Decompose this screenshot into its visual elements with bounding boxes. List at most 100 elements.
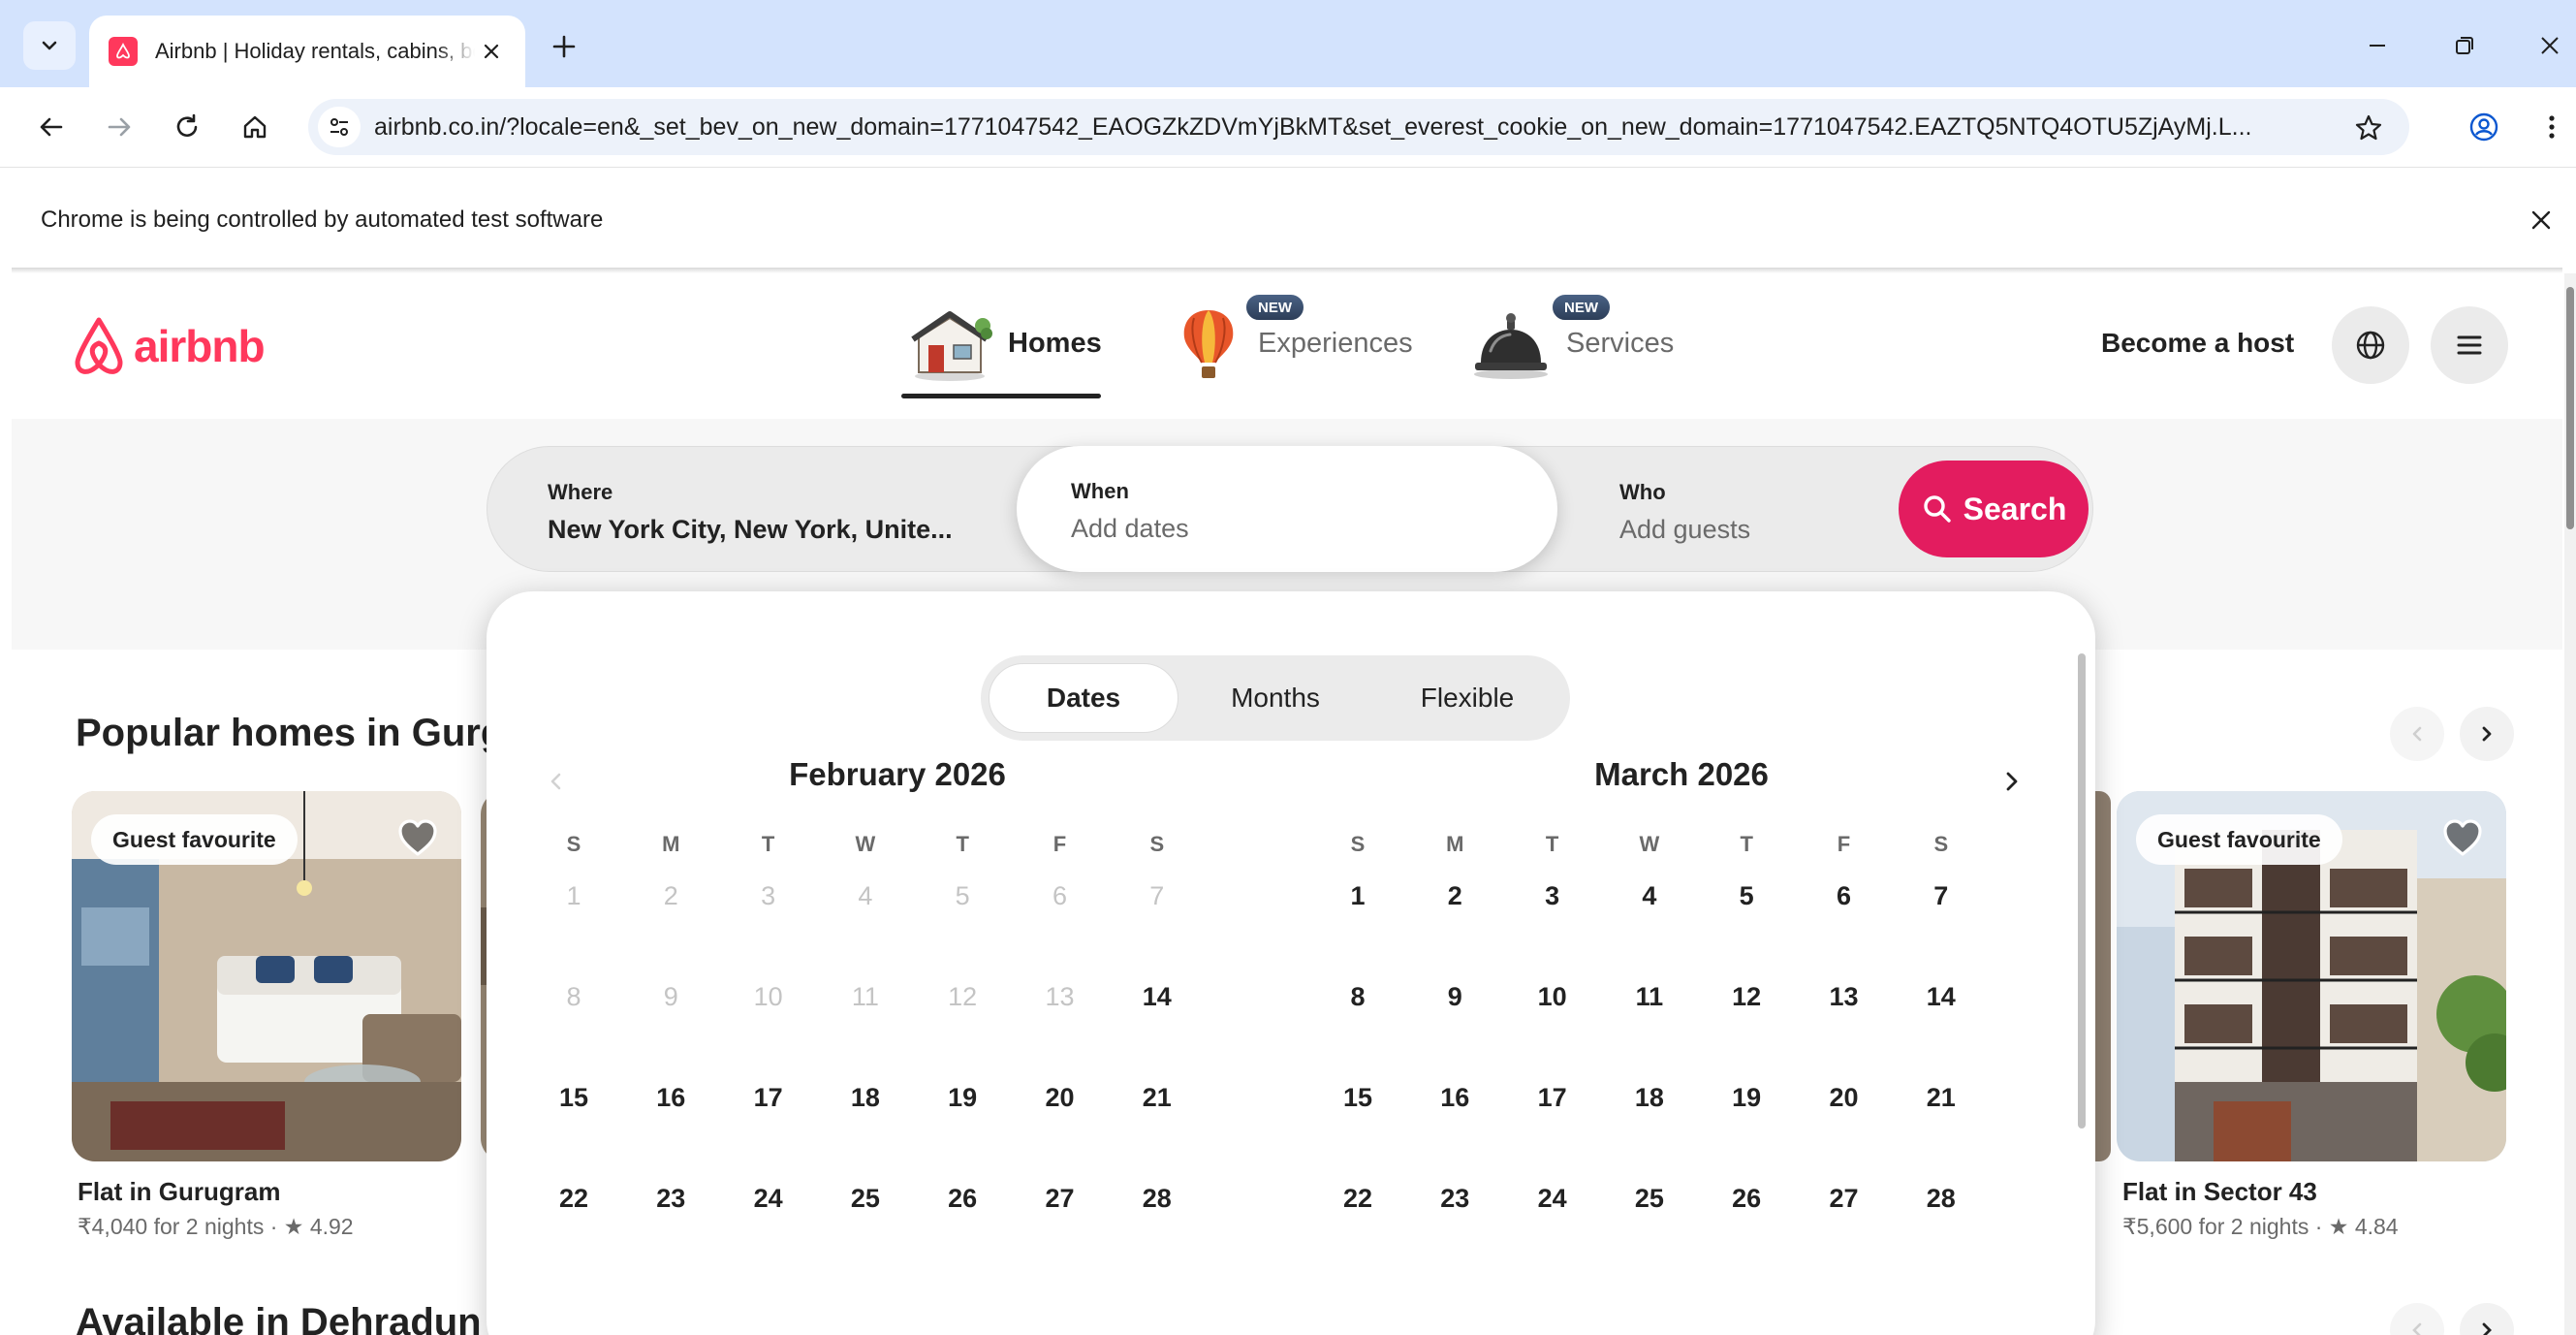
calendar-day[interactable]: 23 [622, 1154, 719, 1243]
profile-avatar-icon[interactable] [2462, 105, 2506, 149]
month-title-february: February 2026 [789, 756, 1006, 792]
calendar-day[interactable]: 24 [1504, 1154, 1601, 1243]
calendar-day[interactable]: 19 [914, 1053, 1011, 1142]
calendar-day[interactable]: 27 [1796, 1154, 1893, 1243]
calendar-day[interactable]: 16 [622, 1053, 719, 1142]
calendar-day[interactable]: 9 [1406, 952, 1503, 1041]
when-placeholder[interactable]: Add dates [1071, 514, 1189, 544]
calendar-day[interactable]: 23 [1406, 1154, 1503, 1243]
calendar-day[interactable]: 25 [1601, 1154, 1698, 1243]
carousel-prev-icon-2[interactable] [2390, 1303, 2444, 1335]
calendar-day[interactable]: 10 [1504, 952, 1601, 1041]
become-host-link[interactable]: Become a host [2101, 328, 2294, 359]
listing-title-4[interactable]: Flat in Sector 43 [2122, 1177, 2317, 1207]
tab-search-chevron-icon[interactable] [23, 21, 76, 70]
calendar-day[interactable]: 26 [914, 1154, 1011, 1243]
carousel-prev-icon[interactable] [2390, 707, 2444, 761]
calendar-day[interactable]: 2 [1406, 851, 1503, 940]
calendar-day[interactable]: 21 [1893, 1053, 1990, 1142]
browser-tabstrip: Airbnb | Holiday rentals, cabins, beach … [0, 0, 2576, 87]
calendar-day: 4 [858, 880, 873, 910]
mode-dates-tab[interactable]: Dates [989, 663, 1178, 733]
calendar-day[interactable]: 20 [1012, 1053, 1109, 1142]
browser-tab-airbnb[interactable]: Airbnb | Holiday rentals, cabins, beach … [89, 16, 525, 87]
back-arrow-icon[interactable] [29, 105, 74, 149]
search-button[interactable]: Search [1899, 461, 2089, 557]
calendar-day: 10 [753, 981, 783, 1011]
search-where-field[interactable]: Where New York City, New York, Unite... [487, 447, 1017, 571]
wishlist-heart-icon[interactable] [392, 812, 444, 865]
reload-icon[interactable] [165, 105, 209, 149]
wishlist-heart-icon[interactable] [2436, 812, 2489, 865]
new-tab-plus-icon[interactable] [543, 25, 585, 68]
mode-flexible-tab[interactable]: Flexible [1372, 663, 1562, 733]
where-value[interactable]: New York City, New York, Unite... [548, 515, 953, 545]
calendar-day[interactable]: 5 [1698, 851, 1795, 940]
site-info-tune-icon[interactable] [318, 107, 361, 147]
calendar-day[interactable]: 12 [1698, 952, 1795, 1041]
calendar-day[interactable]: 20 [1796, 1053, 1893, 1142]
browser-menu-kebab-icon[interactable] [2529, 105, 2574, 149]
calendar-day[interactable]: 18 [817, 1053, 914, 1142]
page-scrollbar-thumb[interactable] [2566, 287, 2574, 529]
calendar-day[interactable]: 22 [525, 1154, 622, 1243]
calendar-day: 11 [851, 981, 879, 1011]
address-bar[interactable]: airbnb.co.in/?locale=en&_set_bev_on_new_… [308, 99, 2409, 155]
main-menu-hamburger-icon[interactable] [2431, 306, 2508, 384]
mode-months-tab[interactable]: Months [1180, 663, 1370, 733]
calendar-day[interactable]: 13 [1796, 952, 1893, 1041]
search-who-field[interactable]: Who Add guests [1557, 447, 1897, 571]
calendar-day[interactable]: 4 [1601, 851, 1698, 940]
calendar-prev-month-icon[interactable] [531, 756, 581, 807]
language-globe-icon[interactable] [2332, 306, 2409, 384]
calendar-day[interactable]: 24 [720, 1154, 817, 1243]
infobar-close-icon[interactable] [2522, 201, 2560, 239]
nav-homes-label: Homes [1008, 327, 1102, 359]
home-icon[interactable] [233, 105, 277, 149]
calendar-day[interactable]: 18 [1601, 1053, 1698, 1142]
carousel-next-icon-2[interactable] [2460, 1303, 2514, 1335]
calendar-day[interactable]: 11 [1601, 952, 1698, 1041]
calendar-day[interactable]: 17 [1504, 1053, 1601, 1142]
calendar-day[interactable]: 26 [1698, 1154, 1795, 1243]
close-window-icon[interactable] [2528, 23, 2572, 68]
calendar-day[interactable]: 15 [525, 1053, 622, 1142]
calendar-next-month-icon[interactable] [1987, 756, 2037, 807]
calendar-day[interactable]: 19 [1698, 1053, 1795, 1142]
nav-homes[interactable]: Homes [909, 302, 1102, 384]
calendar-day[interactable]: 1 [1309, 851, 1406, 940]
calendar-day[interactable]: 15 [1309, 1053, 1406, 1142]
tab-close-icon[interactable] [477, 37, 506, 66]
calendar-day[interactable]: 25 [817, 1154, 914, 1243]
listing-photo-3-partial[interactable] [2095, 791, 2111, 1161]
calendar-day[interactable]: 6 [1796, 851, 1893, 940]
minimize-window-icon[interactable] [2355, 23, 2400, 68]
calendar-day[interactable]: 3 [1504, 851, 1601, 940]
calendar-day[interactable]: 14 [1109, 952, 1206, 1041]
calendar-day[interactable]: 28 [1109, 1154, 1206, 1243]
calendar-day[interactable]: 16 [1406, 1053, 1503, 1142]
who-label: Who [1619, 480, 1666, 504]
guest-favourite-badge: Guest favourite [2136, 814, 2342, 865]
forward-arrow-icon[interactable] [97, 105, 141, 149]
calendar-day[interactable]: 27 [1012, 1154, 1109, 1243]
carousel-next-icon[interactable] [2460, 707, 2514, 761]
bookmark-star-icon[interactable] [2351, 111, 2386, 145]
calendar-day[interactable]: 14 [1893, 952, 1990, 1041]
url-text[interactable]: airbnb.co.in/?locale=en&_set_bev_on_new_… [374, 113, 2361, 142]
calendar-day[interactable]: 17 [720, 1053, 817, 1142]
who-placeholder[interactable]: Add guests [1619, 515, 1750, 545]
airbnb-logo[interactable]: airbnb [70, 314, 266, 378]
calendar-day: 1 [566, 880, 581, 910]
calendar-day[interactable]: 22 [1309, 1154, 1406, 1243]
restore-window-icon[interactable] [2442, 23, 2487, 68]
search-when-field[interactable]: When Add dates [1017, 446, 1557, 572]
listing-photo-1[interactable]: Guest favourite [72, 791, 461, 1161]
listing-photo-4[interactable]: Guest favourite [2117, 791, 2506, 1161]
calendar-day[interactable]: 7 [1893, 851, 1990, 940]
calendar-day[interactable]: 8 [1309, 952, 1406, 1041]
calendar-day[interactable]: 21 [1109, 1053, 1206, 1142]
listing-title-1[interactable]: Flat in Gurugram [78, 1177, 280, 1207]
calendar-day[interactable]: 28 [1893, 1154, 1990, 1243]
picker-scrollbar[interactable] [2078, 653, 2086, 1128]
